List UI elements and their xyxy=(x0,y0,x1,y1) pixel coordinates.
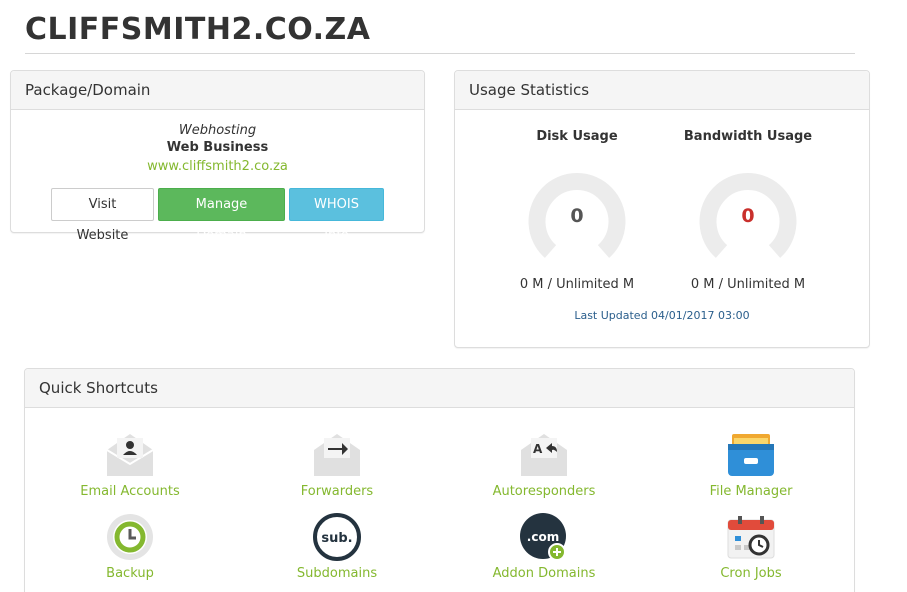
package-domain-panel: Package/Domain Webhosting Web Business w… xyxy=(10,70,425,243)
bandwidth-usage-stat: 0 M / Unlimited M xyxy=(690,277,806,292)
shortcut-email-accounts[interactable]: Email Accounts xyxy=(50,430,210,499)
backup-icon xyxy=(104,512,156,562)
shortcut-file-manager[interactable]: File Manager xyxy=(671,430,831,499)
shortcut-autoresponders[interactable]: A Autoresponders xyxy=(464,430,624,499)
subdomains-icon: sub. xyxy=(311,512,363,562)
shortcut-subdomains[interactable]: sub. Subdomains xyxy=(257,512,417,581)
subdomains-icon-text: sub. xyxy=(321,531,352,546)
shortcut-label: Email Accounts xyxy=(80,484,180,499)
email-accounts-icon xyxy=(104,430,156,480)
shortcut-forwarders[interactable]: Forwarders xyxy=(257,430,417,499)
file-manager-icon xyxy=(725,430,777,480)
shortcut-label: Cron Jobs xyxy=(720,566,782,581)
bandwidth-usage-section: Bandwidth Usage 0 0 M / Unlimited M xyxy=(663,129,833,292)
shortcut-backup[interactable]: Backup xyxy=(50,512,210,581)
site-title: CLIFFSMITH2.CO.ZA xyxy=(25,12,371,47)
disk-usage-gauge: 0 xyxy=(527,169,627,269)
shortcut-label: Forwarders xyxy=(300,484,374,499)
cron-jobs-icon xyxy=(725,512,777,562)
svg-text:A: A xyxy=(533,442,543,456)
forwarders-icon xyxy=(311,430,363,480)
addon-domains-icon: .com xyxy=(518,512,570,562)
visit-website-button[interactable]: Visit Website xyxy=(51,188,154,243)
disk-usage-section: Disk Usage 0 0 M / Unlimited M xyxy=(492,129,662,292)
domain-link[interactable]: www.cliffsmith2.co.za xyxy=(11,157,424,176)
quick-shortcuts-panel: Quick Shortcuts Email Accounts Forwarder… xyxy=(24,368,855,592)
disk-usage-stat: 0 M / Unlimited M xyxy=(519,277,635,292)
shortcuts-panel-heading: Quick Shortcuts xyxy=(25,369,854,408)
disk-usage-value: 0 xyxy=(570,205,584,227)
manage-domain-button[interactable]: Manage Domain xyxy=(158,188,285,243)
shortcut-addon-domains[interactable]: .com Addon Domains xyxy=(464,512,624,581)
package-name: Web Business xyxy=(166,140,269,155)
shortcut-label: Backup xyxy=(106,566,154,581)
autoresponders-icon: A xyxy=(518,430,570,480)
usage-statistics-panel: Usage Statistics Disk Usage 0 0 M / Unli… xyxy=(454,70,870,348)
bandwidth-usage-value: 0 xyxy=(741,205,755,227)
whois-info-button[interactable]: WHOIS Info xyxy=(289,188,384,243)
shortcut-label: Autoresponders xyxy=(492,484,596,499)
addon-domains-icon-text: .com xyxy=(527,530,559,544)
package-type: Webhosting xyxy=(178,123,257,138)
shortcut-label: Addon Domains xyxy=(492,566,596,581)
title-divider xyxy=(25,53,855,54)
shortcut-label: File Manager xyxy=(709,484,793,499)
bandwidth-usage-gauge: 0 xyxy=(698,169,798,269)
last-updated-text: Last Updated 04/01/2017 03:00 xyxy=(574,309,750,322)
shortcut-label: Subdomains xyxy=(296,566,378,581)
package-panel-heading: Package/Domain xyxy=(11,71,424,110)
disk-usage-label: Disk Usage xyxy=(536,129,618,144)
shortcut-cron-jobs[interactable]: Cron Jobs xyxy=(671,512,831,581)
bandwidth-usage-label: Bandwidth Usage xyxy=(683,129,813,144)
usage-panel-heading: Usage Statistics xyxy=(455,71,869,110)
